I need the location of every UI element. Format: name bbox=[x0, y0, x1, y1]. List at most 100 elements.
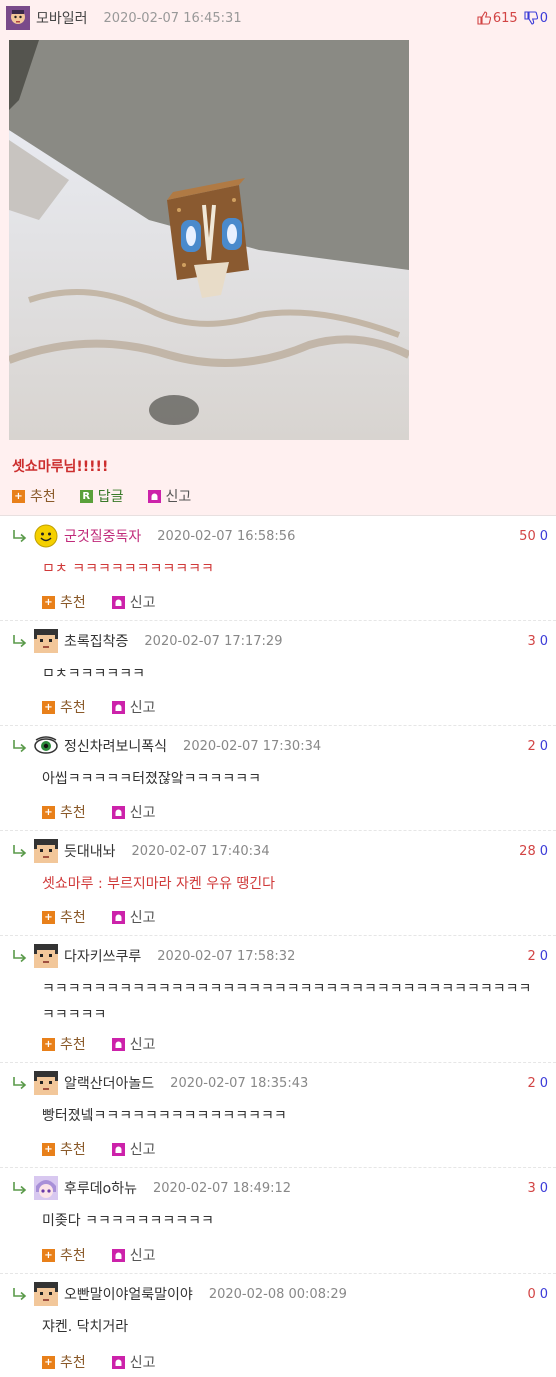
reply-label: 답글 bbox=[97, 489, 124, 505]
comment-upvote-count[interactable]: 3 bbox=[527, 1181, 535, 1196]
commenter-name[interactable]: 듯대내놔 bbox=[64, 841, 116, 861]
comment-upvote-count[interactable]: 2 bbox=[527, 949, 535, 964]
report-button[interactable]: 신고 bbox=[111, 907, 156, 927]
comment-upvote-count[interactable]: 2 bbox=[527, 739, 535, 754]
commenter-name[interactable]: 다자키쓰쿠루 bbox=[64, 946, 141, 966]
comment-list: 군것질중독자 2020-02-07 16:58:56 50 0 ㅁㅊ ㅋㅋㅋㅋㅋㅋㅋㅋㅋ… bbox=[0, 516, 556, 1377]
report-label: 신고 bbox=[129, 700, 156, 716]
comment-downvote-count[interactable]: 0 bbox=[540, 529, 548, 544]
comment-item: 초록집착증 2020-02-07 17:17:29 3 0 ㅁㅊㅋㅋㅋㅋㅋㅋ + 추천 신고 bbox=[0, 621, 556, 726]
comment-votes: 00 bbox=[527, 1287, 548, 1302]
commenter-name[interactable]: 오빤말이야얼룩말이야 bbox=[64, 1284, 193, 1304]
report-label: 신고 bbox=[129, 1248, 156, 1264]
post-author[interactable]: 모바일러 bbox=[36, 8, 88, 28]
commenter-avatar[interactable] bbox=[34, 524, 58, 548]
comment-upvote-count[interactable]: 28 bbox=[519, 844, 536, 859]
comment-item: 후루데o하뉴 2020-02-07 18:49:12 3 0 미좆다 ㅋㅋㅋㅋㅋㅋㅋㅋㅋ… bbox=[0, 1168, 556, 1274]
comment-upvote-count[interactable]: 0 bbox=[527, 1287, 535, 1302]
siren-icon bbox=[111, 1248, 125, 1262]
report-button[interactable]: 신고 bbox=[111, 1034, 156, 1054]
reply-icon: R bbox=[79, 489, 93, 503]
comment-date: 2020-02-07 17:17:29 bbox=[144, 633, 283, 649]
comment-body: 미좆다 ㅋㅋㅋㅋㅋㅋㅋㅋㅋㅋ bbox=[42, 1213, 214, 1229]
comment-downvote-count[interactable]: 0 bbox=[540, 1181, 548, 1196]
comment-upvote-count[interactable]: 50 bbox=[519, 529, 536, 544]
comment-body: 쟈켄. 닥치거라 bbox=[42, 1319, 129, 1335]
post-header: 모바일러 2020-02-07 16:45:31 615 0 bbox=[6, 5, 548, 31]
plus-icon: + bbox=[42, 1355, 55, 1369]
comment-date: 2020-02-07 17:40:34 bbox=[131, 843, 270, 859]
comment-downvote-count[interactable]: 0 bbox=[540, 1287, 548, 1302]
commenter-avatar[interactable] bbox=[34, 1176, 58, 1200]
recommend-button[interactable]: + 추천 bbox=[42, 1352, 86, 1372]
report-button[interactable]: 신고 bbox=[111, 592, 156, 612]
comment-downvote-count[interactable]: 0 bbox=[540, 634, 548, 649]
recommend-button[interactable]: + 추천 bbox=[42, 1139, 86, 1159]
report-button[interactable]: 신고 bbox=[111, 1352, 156, 1372]
downvote-count: 0 bbox=[539, 10, 548, 26]
recommend-label: 추천 bbox=[60, 910, 86, 926]
post-date: 2020-02-07 16:45:31 bbox=[103, 10, 242, 26]
commenter-avatar[interactable] bbox=[34, 1071, 58, 1095]
report-button[interactable]: 신고 bbox=[111, 697, 156, 717]
comment-upvote-count[interactable]: 3 bbox=[527, 634, 535, 649]
thumbs-up-icon[interactable] bbox=[477, 11, 491, 25]
commenter-avatar[interactable] bbox=[34, 839, 58, 863]
comment-votes: 20 bbox=[527, 1076, 548, 1091]
recommend-button[interactable]: + 추천 bbox=[42, 907, 86, 927]
comment-date: 2020-02-07 17:30:34 bbox=[183, 738, 322, 754]
report-label: 신고 bbox=[129, 1142, 156, 1158]
comment-body: 아씹ㅋㅋㅋㅋㅋ터졌잖앜ㅋㅋㅋㅋㅋㅋ bbox=[42, 771, 261, 787]
comment-downvote-count[interactable]: 0 bbox=[540, 739, 548, 754]
commenter-name[interactable]: 알랙산더아놀드 bbox=[64, 1073, 154, 1093]
plus-icon: + bbox=[42, 1142, 55, 1156]
comment-date: 2020-02-08 00:08:29 bbox=[208, 1286, 347, 1302]
recommend-button[interactable]: + 추천 bbox=[42, 1245, 86, 1265]
commenter-name[interactable]: 군것질중독자 bbox=[64, 526, 141, 546]
commenter-avatar[interactable] bbox=[34, 1282, 58, 1306]
siren-icon bbox=[111, 805, 125, 819]
post-photo[interactable] bbox=[9, 40, 409, 440]
report-button[interactable]: 신고 bbox=[111, 1245, 156, 1265]
comment-actions: + 추천 신고 bbox=[42, 1352, 182, 1372]
comment-date: 2020-02-07 17:58:32 bbox=[157, 948, 296, 964]
commenter-name[interactable]: 정신차려보니폭식 bbox=[64, 736, 167, 756]
siren-icon bbox=[111, 1355, 125, 1369]
commenter-avatar[interactable] bbox=[34, 944, 58, 968]
comment-downvote-count[interactable]: 0 bbox=[540, 1076, 548, 1091]
report-button[interactable]: 신고 bbox=[147, 486, 192, 506]
comment-item: 오빤말이야얼룩말이야 2020-02-08 00:08:29 0 0 쟈켄. 닥치거라 +… bbox=[0, 1274, 556, 1377]
recommend-button[interactable]: + 추천 bbox=[42, 1034, 86, 1054]
report-label: 신고 bbox=[165, 489, 192, 505]
comment-header: 오빤말이야얼룩말이야 2020-02-08 00:08:29 0 0 bbox=[12, 1280, 548, 1308]
commenter-name[interactable]: 초록집착증 bbox=[64, 631, 128, 651]
comment-body: ㅁㅊ ㅋㅋㅋㅋㅋㅋㅋㅋㅋㅋㅋ bbox=[42, 561, 214, 577]
thumbs-down-icon[interactable] bbox=[524, 11, 538, 25]
comment-upvote-count[interactable]: 2 bbox=[527, 1076, 535, 1091]
report-button[interactable]: 신고 bbox=[111, 802, 156, 822]
commenter-name[interactable]: 후루데o하뉴 bbox=[64, 1178, 137, 1198]
report-button[interactable]: 신고 bbox=[111, 1139, 156, 1159]
siren-icon bbox=[111, 1037, 125, 1051]
reply-arrow-icon bbox=[12, 844, 28, 858]
comment-header: 후루데o하뉴 2020-02-07 18:49:12 3 0 bbox=[12, 1174, 548, 1202]
recommend-button[interactable]: + 추천 bbox=[42, 802, 86, 822]
recommend-button[interactable]: + 추천 bbox=[12, 486, 56, 506]
comment-downvote-count[interactable]: 0 bbox=[540, 949, 548, 964]
reply-button[interactable]: R 답글 bbox=[79, 486, 124, 506]
commenter-avatar[interactable] bbox=[34, 629, 58, 653]
recommend-label: 추천 bbox=[30, 489, 56, 505]
recommend-button[interactable]: + 추천 bbox=[42, 592, 86, 612]
comment-downvote-count[interactable]: 0 bbox=[540, 844, 548, 859]
plus-icon: + bbox=[42, 595, 55, 609]
recommend-label: 추천 bbox=[60, 700, 86, 716]
commenter-avatar[interactable] bbox=[34, 734, 58, 758]
comment-votes: 50 0 bbox=[519, 529, 548, 544]
comment-header: 알랙산더아놀드 2020-02-07 18:35:43 2 0 bbox=[12, 1069, 548, 1097]
comment-body: 셋쇼마루 : 부르지마라 자켄 우유 땡긴다 bbox=[42, 876, 276, 892]
plus-icon: + bbox=[12, 489, 25, 503]
recommend-button[interactable]: + 추천 bbox=[42, 697, 86, 717]
comment-actions: + 추천 신고 bbox=[42, 697, 182, 717]
plus-icon: + bbox=[42, 910, 55, 924]
author-avatar[interactable] bbox=[6, 6, 30, 30]
